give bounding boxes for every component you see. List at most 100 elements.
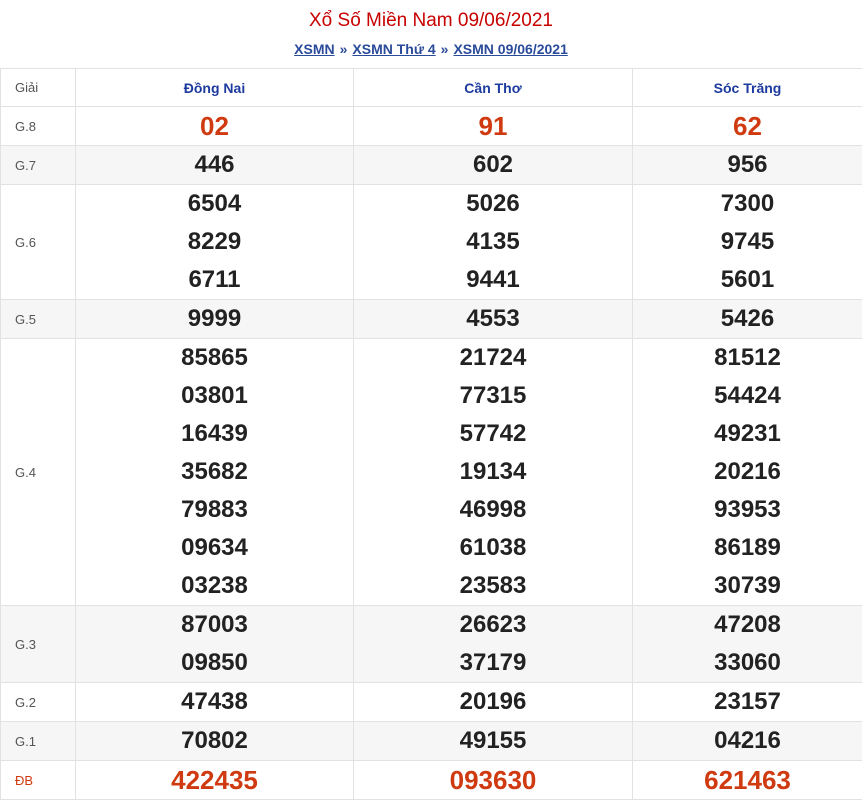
result-cell: 602	[353, 145, 633, 185]
result-cell: 4553	[353, 299, 633, 339]
winning-number: 87003	[181, 611, 248, 638]
winning-number: 02	[200, 111, 229, 141]
result-cell: 23157	[632, 682, 862, 722]
prize-row: G.3 87003 09850 26623 37179 47208 33060	[0, 605, 862, 683]
winning-number: 57742	[459, 420, 527, 447]
winning-number: 03238	[181, 572, 248, 599]
winning-number: 47208	[714, 611, 781, 638]
result-cell: 87003 09850	[75, 605, 354, 683]
winning-number: 602	[472, 151, 514, 178]
winning-number: 5426	[720, 305, 775, 332]
winning-number: 23157	[714, 688, 781, 715]
breadcrumb-link-xsmn[interactable]: XSMN	[294, 41, 334, 57]
winning-number: 93953	[714, 496, 781, 523]
winning-number: 09634	[181, 534, 248, 561]
winning-number: 5026	[466, 190, 520, 217]
winning-number: 33060	[714, 649, 781, 676]
winning-number: 46998	[459, 496, 527, 523]
results-body: G.8 02 91 62 G.7 446 602 956 G.6 6504 8229 6711 5026…	[0, 106, 862, 800]
result-cell: 5026 4135 9441	[353, 184, 633, 300]
result-cell: 04216	[632, 721, 862, 761]
prize-row: G.7 446 602 956	[0, 145, 862, 185]
winning-number: 446	[194, 151, 235, 178]
result-cell: 85865 03801 16439 35682 79883 09634 03238	[75, 338, 354, 606]
winning-number: 23583	[459, 572, 527, 599]
winning-number: 85865	[181, 344, 248, 371]
winning-number: 61038	[459, 534, 527, 561]
winning-number: 62	[733, 111, 762, 141]
winning-number: 4553	[466, 305, 520, 332]
winning-number: 70802	[181, 727, 248, 754]
prize-row: G.8 02 91 62	[0, 106, 862, 146]
breadcrumb-link-xsmn-date[interactable]: XSMN 09/06/2021	[453, 41, 567, 57]
province-header-soc-trang: Sóc Trăng	[632, 68, 862, 107]
result-cell: 6504 8229 6711	[75, 184, 354, 300]
winning-number: 30739	[714, 572, 781, 599]
winning-number: 04216	[714, 727, 781, 754]
province-header-can-tho: Cần Thơ	[353, 68, 633, 107]
result-cell: 5426	[632, 299, 862, 339]
winning-number: 20196	[459, 688, 527, 715]
results-table: Giải Đồng Nai Cần Thơ Sóc Trăng G.8 02 91 6…	[0, 68, 862, 800]
result-cell: 47438	[75, 682, 354, 722]
winning-number: 21724	[459, 344, 527, 371]
result-cell: 621463	[632, 760, 862, 800]
winning-number: 20216	[714, 458, 781, 485]
winning-number: 6504	[187, 190, 242, 217]
result-cell: 91	[353, 106, 633, 146]
result-cell: 02	[75, 106, 354, 146]
winning-number: 093630	[449, 765, 537, 795]
prize-row: G.6 6504 8229 6711 5026 4135 9441 7300 9745 5601	[0, 184, 862, 300]
winning-number: 16439	[181, 420, 248, 447]
winning-number: 621463	[704, 765, 791, 795]
result-cell: 7300 9745 5601	[632, 184, 862, 300]
page-title: Xổ Số Miền Nam 09/06/2021	[309, 10, 553, 31]
result-cell: 49155	[353, 721, 633, 761]
prize-label: G.8	[0, 106, 76, 146]
prize-row: G.2 47438 20196 23157	[0, 682, 862, 722]
province-header-dong-nai: Đồng Nai	[75, 68, 354, 107]
winning-number: 79883	[181, 496, 248, 523]
winning-number: 86189	[714, 534, 781, 561]
result-cell: 62	[632, 106, 862, 146]
result-cell: 26623 37179	[353, 605, 633, 683]
winning-number: 4135	[466, 228, 520, 255]
prize-column-header: Giải	[0, 68, 76, 107]
winning-number: 81512	[714, 344, 781, 371]
prize-row: G.1 70802 49155 04216	[0, 721, 862, 761]
prize-label: G.6	[0, 184, 76, 300]
winning-number: 54424	[714, 382, 781, 409]
result-cell: 956	[632, 145, 862, 185]
result-cell: 9999	[75, 299, 354, 339]
page-header: Xổ Số Miền Nam 09/06/2021 XSMN» XSMN Thứ …	[0, 0, 862, 68]
result-cell: 81512 54424 49231 20216 93953 86189 30739	[632, 338, 862, 606]
prize-label: G.1	[0, 721, 76, 761]
winning-number: 26623	[459, 611, 527, 638]
prize-label: G.4	[0, 338, 76, 606]
result-cell: 093630	[353, 760, 633, 800]
prize-row: G.4 85865 03801 16439 35682 79883 09634 03238 21…	[0, 338, 862, 606]
result-cell: 20196	[353, 682, 633, 722]
result-cell: 446	[75, 145, 354, 185]
winning-number: 9441	[466, 266, 520, 293]
winning-number: 35682	[181, 458, 248, 485]
prize-label: G.5	[0, 299, 76, 339]
winning-number: 49155	[459, 727, 527, 754]
winning-number: 422435	[171, 765, 258, 795]
winning-number: 8229	[187, 228, 242, 255]
winning-number: 09850	[181, 649, 248, 676]
winning-number: 91	[478, 111, 508, 141]
winning-number: 9999	[187, 305, 242, 332]
winning-number: 9745	[720, 228, 775, 255]
breadcrumb-separator: »	[440, 41, 449, 57]
winning-number: 6711	[188, 266, 241, 293]
result-cell: 21724 77315 57742 19134 46998 61038 23583	[353, 338, 633, 606]
prize-label: G.7	[0, 145, 76, 185]
breadcrumb-separator: »	[339, 41, 348, 57]
prize-label: G.3	[0, 605, 76, 683]
winning-number: 5601	[720, 266, 775, 293]
winning-number: 37179	[459, 649, 527, 676]
breadcrumb-link-xsmn-thu-4[interactable]: XSMN Thứ 4	[352, 41, 435, 57]
breadcrumb: XSMN» XSMN Thứ 4» XSMN 09/06/2021	[0, 40, 862, 58]
winning-number: 7300	[720, 190, 775, 217]
